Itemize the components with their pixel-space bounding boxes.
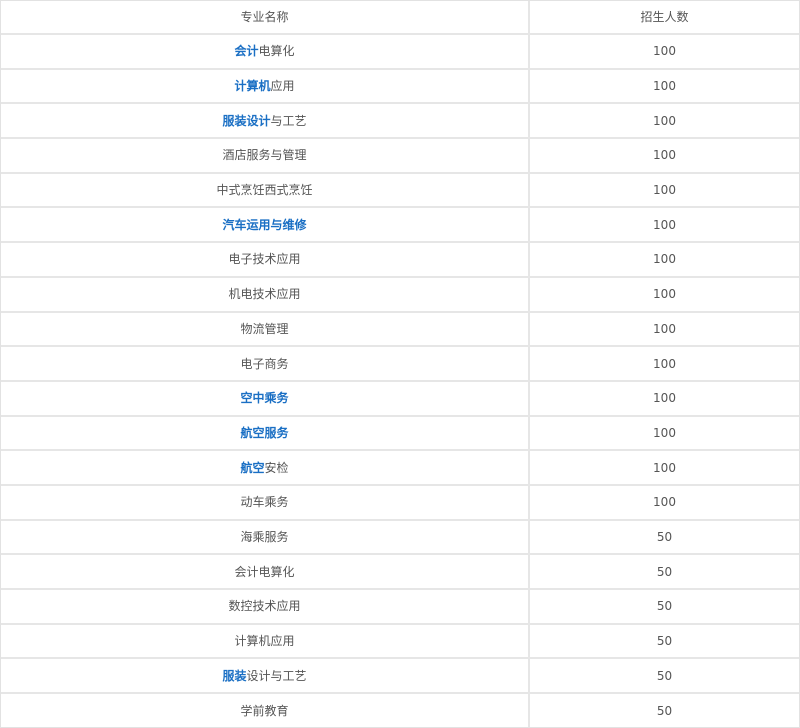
table-row: 汽车运用与维修 100	[1, 207, 799, 244]
major-name-text: 应用	[270, 79, 295, 94]
table-row: 服装设计与工艺 100	[1, 103, 799, 140]
major-name-cell: 航空服务	[1, 415, 530, 452]
table-row: 机电技术应用 100	[1, 276, 799, 313]
major-name-text: 与工艺	[270, 113, 307, 128]
major-name-cell: 物流管理	[1, 311, 530, 348]
table-row: 会计电算化 100	[1, 34, 799, 70]
enrollment-count-cell: 100	[529, 34, 799, 70]
enrollment-table: 专业名称 招生人数 会计电算化 100 计算机应用 100 服装设计与工艺 100 酒店服务…	[1, 1, 799, 727]
enrollment-count-cell: 50	[529, 589, 799, 625]
enrollment-count-cell: 50	[656, 703, 673, 718]
major-keyword-link[interactable]: 服装	[222, 669, 246, 683]
major-name-cell: 服装设计与工艺	[1, 658, 530, 695]
table-row: 空中乘务 100	[1, 380, 799, 417]
enrollment-count-cell: 50	[529, 623, 799, 660]
major-name-text: 机电技术应用	[228, 287, 301, 302]
major-keyword-link[interactable]: 航空	[240, 461, 264, 475]
major-name-text: 会计电算化	[234, 564, 295, 579]
major-name-text: 设计与工艺	[246, 668, 307, 683]
major-name-cell: 动车乘务	[1, 484, 530, 521]
enrollment-count-cell: 100	[529, 207, 799, 244]
table-row: 电子商务 100	[1, 346, 799, 382]
major-keyword-link[interactable]: 航空服务	[240, 426, 288, 440]
major-name-cell: 海乘服务	[1, 519, 530, 556]
table-row: 酒店服务与管理 100	[1, 138, 799, 174]
enrollment-count-cell: 100	[529, 311, 799, 348]
major-name-cell: 数控技术应用	[1, 589, 530, 625]
major-name-cell: 电子商务	[1, 346, 530, 382]
enrollment-count-cell: 100	[529, 172, 799, 209]
table-row: 数控技术应用 50	[1, 589, 799, 625]
major-name-cell: 会计电算化	[1, 554, 530, 590]
table-row: 海乘服务 50	[1, 519, 799, 556]
enrollment-table-container: 专业名称 招生人数 会计电算化 100 计算机应用 100 服装设计与工艺 100 酒店服务…	[0, 0, 800, 728]
enrollment-count-cell: 100	[529, 103, 799, 140]
enrollment-count-cell: 100	[529, 450, 799, 486]
major-name-cell: 酒店服务与管理	[1, 138, 530, 174]
table-row: 物流管理 100	[1, 311, 799, 348]
major-name-text: 酒店服务与管理	[222, 148, 307, 163]
major-name-cell: 计算机应用	[1, 623, 530, 660]
major-name-cell: 机电技术应用	[1, 276, 530, 313]
major-name-text: 动车乘务	[240, 495, 289, 510]
table-row: 航空安检 100	[1, 450, 799, 486]
major-keyword-link[interactable]: 空中乘务	[240, 391, 288, 405]
major-name-cell: 航空安检	[1, 450, 530, 486]
enrollment-count-cell: 100	[529, 484, 799, 521]
enrollment-count-cell: 100	[529, 242, 799, 278]
table-body: 会计电算化 100 计算机应用 100 服装设计与工艺 100 酒店服务与管理 100 中式烹饪…	[1, 34, 799, 727]
major-name-text: 安检	[264, 460, 289, 475]
major-name-text: 海乘服务	[240, 529, 289, 544]
table-row: 计算机应用 100	[1, 68, 799, 105]
major-name-cell: 会计电算化	[1, 34, 530, 70]
major-name-cell: 中式烹饪西式烹饪	[1, 172, 530, 209]
major-name-cell: 空中乘务	[1, 380, 530, 417]
enrollment-count-cell: 100	[529, 415, 799, 452]
table-row: 会计电算化 50	[1, 554, 799, 590]
major-keyword-link[interactable]: 服装设计	[222, 114, 270, 128]
major-name-cell: 计算机应用	[1, 68, 530, 105]
major-name-text: 学前教育	[240, 703, 289, 718]
table-row: 学前教育 50	[1, 693, 799, 727]
major-keyword-link[interactable]: 会计	[234, 44, 258, 58]
enrollment-count-cell: 50	[529, 658, 799, 695]
header-major-name: 专业名称	[1, 1, 530, 35]
enrollment-count-cell: 50	[529, 554, 799, 590]
table-row: 航空服务 100	[1, 415, 799, 452]
major-name-text: 数控技术应用	[228, 599, 301, 614]
enrollment-count-cell: 100	[529, 138, 799, 174]
major-name-cell: 学前教育	[1, 693, 530, 727]
table-row: 服装设计与工艺 50	[1, 658, 799, 695]
major-name-cell: 汽车运用与维修	[1, 207, 530, 244]
enrollment-count-cell: 100	[529, 346, 799, 382]
enrollment-count-cell: 100	[529, 276, 799, 313]
major-name-text: 电算化	[258, 44, 295, 59]
table-row: 动车乘务 100	[1, 484, 799, 521]
major-name-cell: 电子技术应用	[1, 242, 530, 278]
major-name-text: 物流管理	[240, 321, 289, 336]
major-name-text: 计算机应用	[234, 634, 295, 649]
major-name-text: 电子商务	[240, 356, 289, 371]
header-enrollment-count: 招生人数	[529, 1, 799, 35]
table-row: 电子技术应用 100	[1, 242, 799, 278]
major-keyword-link[interactable]: 计算机	[234, 79, 270, 93]
major-name-text: 电子技术应用	[228, 252, 301, 267]
table-row: 计算机应用 50	[1, 623, 799, 660]
major-keyword-link[interactable]: 汽车运用与维修	[222, 218, 306, 232]
major-name-text: 中式烹饪西式烹饪	[216, 183, 313, 198]
enrollment-count-cell: 50	[529, 519, 799, 556]
major-name-cell: 服装设计与工艺	[1, 103, 530, 140]
enrollment-count-cell: 100	[529, 68, 799, 105]
enrollment-count-cell: 100	[529, 380, 799, 417]
table-header-row: 专业名称 招生人数	[1, 1, 799, 35]
table-row: 中式烹饪西式烹饪 100	[1, 172, 799, 209]
